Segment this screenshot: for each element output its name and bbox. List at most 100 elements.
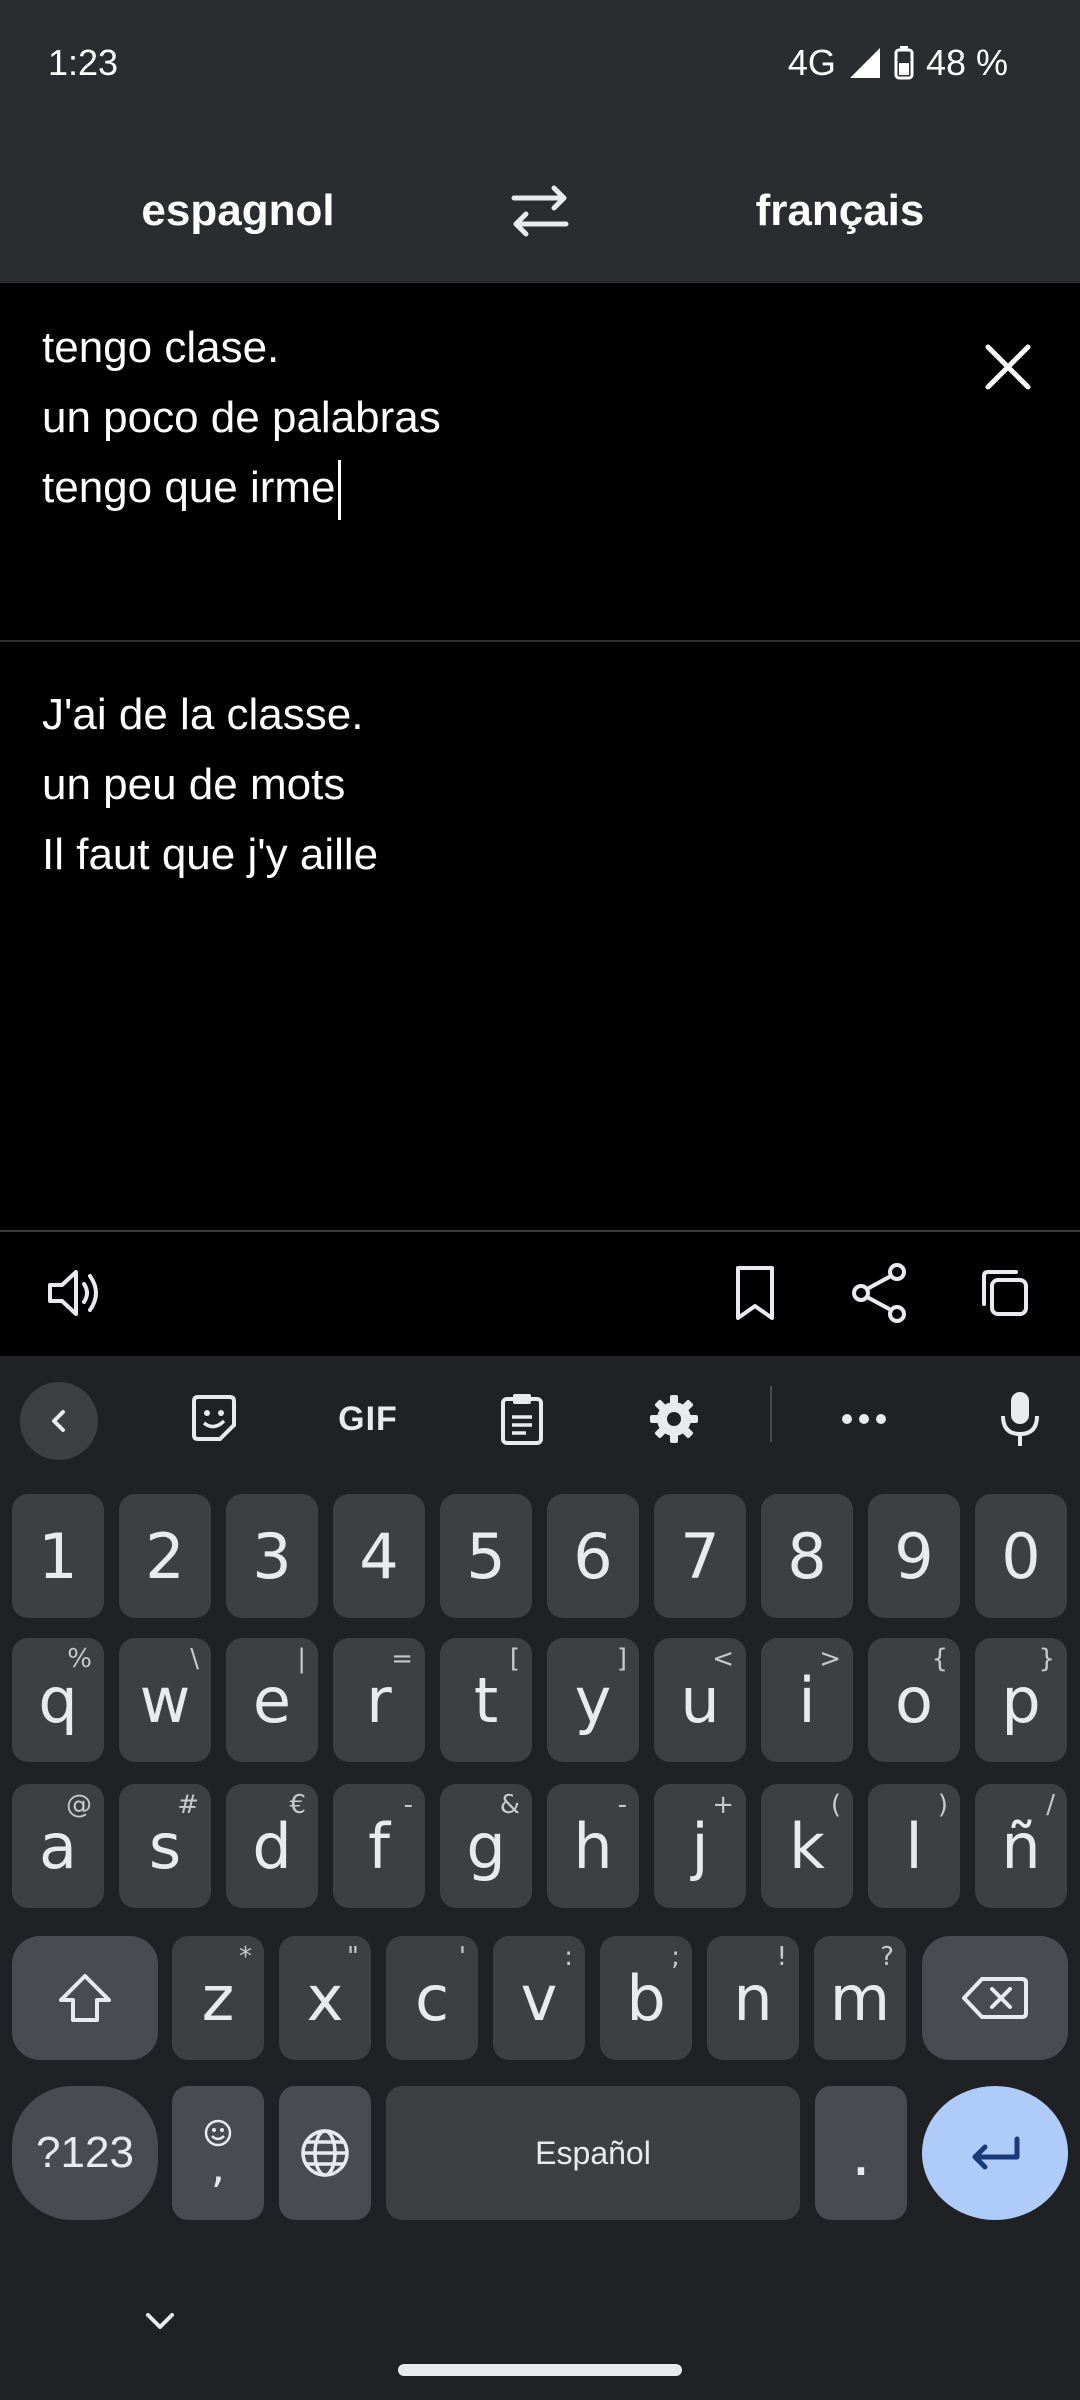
key-s[interactable]: s # (119, 1784, 211, 1908)
key-f[interactable]: f- (333, 1784, 425, 1908)
key-a[interactable]: a @ (12, 1784, 104, 1908)
key-label: 7 (680, 1519, 720, 1593)
key-b[interactable]: b; (600, 1936, 692, 2060)
status-right: 4G 48 % (788, 42, 1008, 84)
key-label: i (798, 1663, 816, 1737)
microphone-icon[interactable] (982, 1384, 1058, 1454)
key-hint: ) (937, 1790, 948, 1820)
key-label: 8 (787, 1519, 827, 1593)
key-hint: ; (671, 1942, 680, 1972)
gif-button[interactable]: GIF (326, 1384, 410, 1454)
key-label: p (1001, 1663, 1041, 1737)
key-t[interactable]: t[ (440, 1638, 532, 1762)
battery-icon (894, 46, 914, 80)
key-hint: - (403, 1790, 413, 1820)
source-language-button[interactable]: espagnol (48, 186, 428, 236)
key-c[interactable]: c ' (386, 1936, 478, 2060)
key-label: ?123 (36, 2128, 134, 2177)
key-m[interactable]: m? (814, 1936, 906, 2060)
enter-key[interactable] (922, 2086, 1068, 2220)
key-label: 1 (38, 1519, 78, 1593)
copy-icon[interactable] (970, 1258, 1040, 1328)
chevron-left-icon[interactable] (20, 1382, 98, 1460)
key-7[interactable]: 7 (654, 1494, 746, 1618)
key-hint: \ (190, 1644, 199, 1674)
sticker-icon[interactable] (176, 1384, 252, 1454)
key-label: w (139, 1663, 191, 1737)
key-x[interactable]: x " (279, 1936, 371, 2060)
key-hint: } (1038, 1644, 1055, 1674)
key-p[interactable]: p} (975, 1638, 1067, 1762)
key-label: r (366, 1663, 392, 1737)
swap-languages-icon[interactable] (500, 176, 580, 246)
key-ñ[interactable]: ñ / (975, 1784, 1067, 1908)
key-g[interactable]: g & (440, 1784, 532, 1908)
key-label: x (306, 1961, 344, 2035)
more-icon[interactable] (826, 1384, 902, 1454)
gear-icon[interactable] (636, 1384, 712, 1454)
key-n[interactable]: n! (707, 1936, 799, 2060)
network-label: 4G (787, 42, 836, 83)
key-6[interactable]: 6 (547, 1494, 639, 1618)
enter-icon (972, 2136, 1020, 2170)
language-key[interactable] (279, 2086, 371, 2220)
translation-output: J'ai de la classe. un peu de mots Il fau… (42, 680, 378, 890)
backspace-key[interactable] (922, 1936, 1068, 2060)
source-text[interactable]: tengo clase. un poco de palabras tengo q… (42, 313, 441, 523)
key-hint: " (347, 1942, 359, 1972)
key-w[interactable]: w \ (119, 1638, 211, 1762)
key-z[interactable]: z * (172, 1936, 264, 2060)
key-5[interactable]: 5 (440, 1494, 532, 1618)
key-label: ñ (1001, 1809, 1041, 1883)
chevron-down-icon[interactable] (140, 2306, 180, 2336)
key-y[interactable]: y] (547, 1638, 639, 1762)
battery-percent: 48 % (925, 42, 1008, 83)
gif-label: GIF (338, 1399, 398, 1438)
share-icon[interactable] (845, 1258, 915, 1328)
key-label: j (691, 1809, 709, 1883)
translation-line: J'ai de la classe. (42, 690, 364, 739)
key-1[interactable]: 1 (12, 1494, 104, 1618)
key-j[interactable]: j + (654, 1784, 746, 1908)
key-label: m (829, 1961, 891, 2035)
source-line: tengo clase. (42, 323, 280, 372)
key-u[interactable]: u < (654, 1638, 746, 1762)
key-label: q (38, 1663, 78, 1737)
bookmark-icon[interactable] (720, 1258, 790, 1328)
key-hint: ' (458, 1942, 466, 1972)
key-e[interactable]: e | (226, 1638, 318, 1762)
key-0[interactable]: 0 (975, 1494, 1067, 1618)
key-label: Español (535, 2134, 651, 2171)
clipboard-icon[interactable] (484, 1384, 560, 1454)
key-2[interactable]: 2 (119, 1494, 211, 1618)
key-i[interactable]: i > (761, 1638, 853, 1762)
shift-key[interactable] (12, 1936, 158, 2060)
key-k[interactable]: k( (761, 1784, 853, 1908)
key-d[interactable]: d € (226, 1784, 318, 1908)
translation-line: Il faut que j'y aille (42, 830, 379, 879)
key-hint: & (499, 1790, 520, 1820)
emoji-comma-key[interactable]: , (172, 2086, 264, 2220)
source-text-input[interactable]: tengo clase. un poco de palabras tengo q… (0, 283, 1080, 640)
target-language-button[interactable]: français (650, 186, 1030, 236)
period-key[interactable]: . (815, 2086, 907, 2220)
key-r[interactable]: r = (333, 1638, 425, 1762)
key-label: e (252, 1663, 292, 1737)
key-9[interactable]: 9 (868, 1494, 960, 1618)
space-key[interactable]: Español (386, 2086, 800, 2220)
key-v[interactable]: v: (493, 1936, 585, 2060)
divider (0, 640, 1080, 642)
speaker-icon[interactable] (40, 1258, 110, 1328)
key-hint: < (712, 1644, 734, 1674)
symbols-key[interactable]: ?123 (12, 2086, 158, 2220)
key-q[interactable]: q% (12, 1638, 104, 1762)
key-8[interactable]: 8 (761, 1494, 853, 1618)
key-label: u (680, 1663, 720, 1737)
key-3[interactable]: 3 (226, 1494, 318, 1618)
key-o[interactable]: o{ (868, 1638, 960, 1762)
key-l[interactable]: l) (868, 1784, 960, 1908)
key-h[interactable]: h- (547, 1784, 639, 1908)
key-4[interactable]: 4 (333, 1494, 425, 1618)
home-indicator[interactable] (398, 2364, 682, 2376)
close-icon[interactable] (972, 331, 1044, 403)
